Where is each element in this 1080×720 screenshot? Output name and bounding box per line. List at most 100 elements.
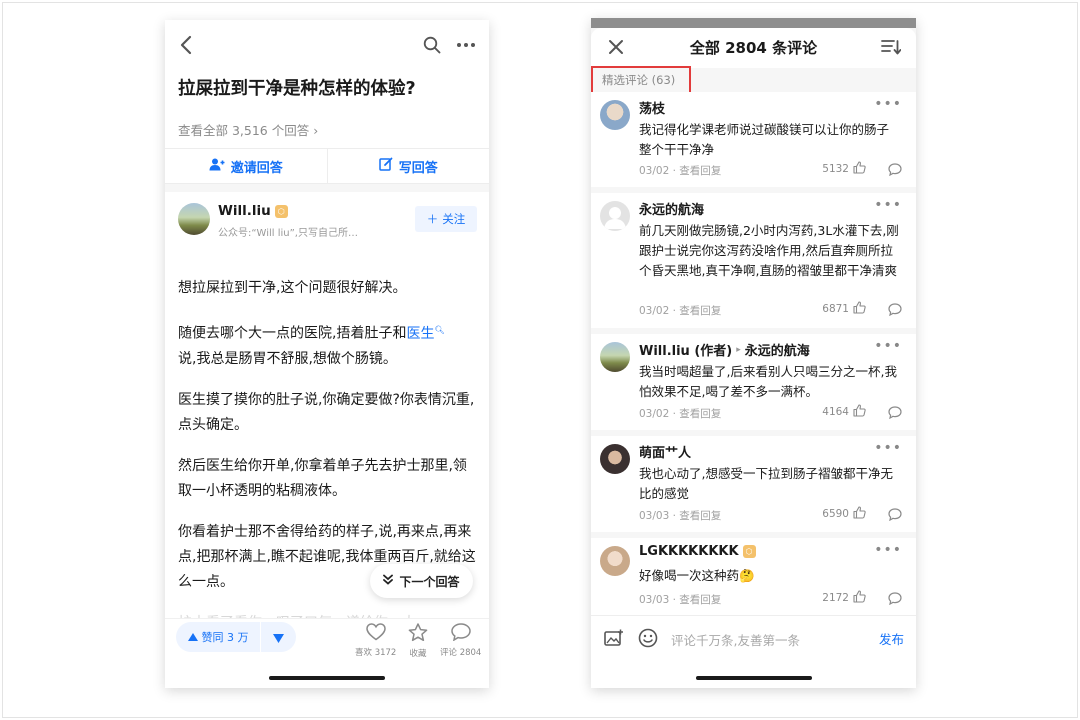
comment-icon xyxy=(450,623,471,644)
publish-button[interactable]: 发布 xyxy=(879,629,904,648)
reply-icon[interactable] xyxy=(888,404,902,423)
reply-arrow-icon: ▸ xyxy=(736,344,741,355)
avatar[interactable] xyxy=(600,546,630,576)
more-icon[interactable]: ••• xyxy=(874,96,902,112)
more-icon[interactable]: ••• xyxy=(874,197,902,213)
like-label: 喜欢 3172 xyxy=(355,648,397,658)
like-button[interactable]: 喜欢 3172 xyxy=(355,623,396,658)
upvote-button[interactable]: 赞同 3 万 xyxy=(176,622,260,652)
doctor-link[interactable]: 医生🔍︎ xyxy=(406,325,444,342)
question-title[interactable]: 拉屎拉到干净是种怎样的体验? xyxy=(178,76,477,102)
reply-icon[interactable] xyxy=(888,590,902,609)
commenter-name[interactable]: 萌面艹人 xyxy=(639,442,691,461)
comment-meta[interactable]: 03/03 · 查看回复 xyxy=(639,592,721,607)
like-count[interactable]: 4164 xyxy=(822,404,866,420)
edit-icon xyxy=(378,157,393,175)
vote-up-icon xyxy=(187,631,198,644)
more-icon[interactable]: ••• xyxy=(874,338,902,354)
avatar[interactable] xyxy=(178,203,210,235)
verified-badge-icon: ⬡ xyxy=(274,204,288,218)
more-icon[interactable] xyxy=(453,32,479,58)
avatar[interactable] xyxy=(600,100,630,130)
commenter-name[interactable]: 荡枝 xyxy=(639,98,665,117)
commenter-name[interactable]: 永远的航海 xyxy=(639,199,704,218)
comment-meta[interactable]: 03/02 · 查看回复 xyxy=(639,163,721,178)
plus-icon: ＋ xyxy=(426,212,439,226)
reply-icon[interactable] xyxy=(888,301,902,320)
comments-screen: 全部 2804 条评论 精选评论 (63) 荡枝 ••• 我记得化学课老师说过碳… xyxy=(591,18,916,688)
more-icon[interactable]: ••• xyxy=(874,542,902,558)
follow-label: 关注 xyxy=(442,212,466,226)
author-row: Will.liu ⬡ 公众号:“Will liu”,只写自己所… ＋ 关注 xyxy=(178,203,477,243)
section-divider xyxy=(165,184,489,192)
verified-badge-icon: ⬡ xyxy=(742,545,756,558)
next-answer-label: 下一个回答 xyxy=(399,574,460,589)
comment-meta[interactable]: 03/02 · 查看回复 xyxy=(639,303,721,318)
vote-control: 赞同 3 万 xyxy=(176,622,296,652)
commenter-name-text: Will.liu (作者) xyxy=(639,344,733,359)
comment-button[interactable]: 评论 2804 xyxy=(440,623,481,658)
comment-label: 评论 2804 xyxy=(440,648,482,658)
like-count[interactable]: 6871 xyxy=(822,301,866,317)
reply-to-name[interactable]: 永远的航海 xyxy=(745,340,810,359)
vote-down-icon xyxy=(273,628,284,647)
like-count-value: 2172 xyxy=(822,592,849,604)
commenter-name[interactable]: LGKKKKKKKK ⬡ xyxy=(639,544,756,559)
follow-button[interactable]: ＋ 关注 xyxy=(415,206,477,232)
bottom-action-bar: 赞同 3 万 喜欢 3172 收藏 评论 2804 xyxy=(165,618,489,688)
image-icon[interactable] xyxy=(601,625,627,651)
star-icon xyxy=(408,623,428,645)
downvote-button[interactable] xyxy=(260,622,296,652)
like-count[interactable]: 2172 xyxy=(822,590,866,606)
paragraph-text: 说,我总是肠胃不舒服,想做个肠镜。 xyxy=(178,350,397,367)
collect-button[interactable]: 收藏 xyxy=(408,623,428,659)
reply-icon[interactable] xyxy=(888,161,902,180)
avatar[interactable] xyxy=(600,201,630,231)
sort-icon[interactable] xyxy=(878,34,904,60)
comment-text: 我记得化学课老师说过碳酸镁可以让你的肠子整个干干净净 xyxy=(639,122,890,157)
comment-text: 前几天刚做完肠镜,2小时内泻药,3L水灌下去,刚跟护士说完你这泻药没啥作用,然后… xyxy=(639,223,899,278)
list-item: 荡枝 ••• 我记得化学课老师说过碳酸镁可以让你的肠子整个干干净净 03/02 … xyxy=(591,92,916,187)
thumb-up-icon xyxy=(853,161,866,177)
screenshot-frame xyxy=(2,2,1078,718)
next-answer-button[interactable]: 下一个回答 xyxy=(370,564,473,598)
list-item: LGKKKKKKKK ⬡ ••• 好像喝一次这种药🤔 03/03 · 查看回复 … xyxy=(591,538,916,615)
home-indicator xyxy=(269,676,385,680)
author-name[interactable]: Will.liu ⬡ xyxy=(218,203,288,219)
view-all-answers-link[interactable]: 查看全部 3,516 个回答 › xyxy=(178,120,318,139)
reply-icon[interactable] xyxy=(888,506,902,525)
collect-label: 收藏 xyxy=(409,649,427,659)
comment-input-bar: 评论千万条,友善第一条 发布 xyxy=(591,615,916,688)
comment-text: 好像喝一次这种药🤔 xyxy=(639,568,755,583)
like-count-value: 6871 xyxy=(822,303,849,315)
list-item: Will.liu (作者) ▸ 永远的航海 ••• 我当时喝超量了,后来看别人只… xyxy=(591,334,916,430)
more-icon[interactable]: ••• xyxy=(874,440,902,456)
search-icon[interactable] xyxy=(419,32,445,58)
commenter-name[interactable]: Will.liu (作者) ▸ 永远的航海 xyxy=(639,340,810,359)
write-answer-button[interactable]: 写回答 xyxy=(326,149,490,183)
invite-answer-button[interactable]: 邀请回答 xyxy=(165,149,327,183)
answer-paragraph: 然后医生给你开单,你拿着单子先去护士那里,领取一小杯透明的粘稠液体。 xyxy=(178,457,467,499)
avatar[interactable] xyxy=(600,444,630,474)
list-item: 永远的航海 ••• 前几天刚做完肠镜,2小时内泻药,3L水灌下去,刚跟护士说完你… xyxy=(591,193,916,328)
thumb-up-icon xyxy=(853,404,866,420)
invite-icon xyxy=(209,158,225,175)
heart-icon xyxy=(365,623,386,644)
comment-input[interactable]: 评论千万条,友善第一条 xyxy=(671,630,800,649)
author-name-text: Will.liu xyxy=(218,203,271,219)
comment-meta[interactable]: 03/02 · 查看回复 xyxy=(639,406,721,421)
avatar[interactable] xyxy=(600,342,630,372)
emoji-icon[interactable] xyxy=(635,625,661,651)
back-icon[interactable] xyxy=(173,32,199,58)
invite-label: 邀请回答 xyxy=(230,160,283,176)
like-count[interactable]: 6590 xyxy=(822,506,866,522)
comment-meta[interactable]: 03/03 · 查看回复 xyxy=(639,508,721,523)
chevron-right-icon: › xyxy=(313,123,319,138)
thumb-up-icon xyxy=(853,301,866,317)
like-count-value: 4164 xyxy=(822,406,849,418)
home-indicator xyxy=(695,676,812,680)
like-count[interactable]: 5132 xyxy=(822,161,866,177)
answer-screen: 拉屎拉到干净是种怎样的体验? 查看全部 3,516 个回答 › 邀请回答 写回答… xyxy=(165,20,489,688)
paragraph-text: 随便去哪个大一点的医院,捂着肚子和 xyxy=(178,325,407,342)
thumb-up-icon xyxy=(853,506,866,522)
